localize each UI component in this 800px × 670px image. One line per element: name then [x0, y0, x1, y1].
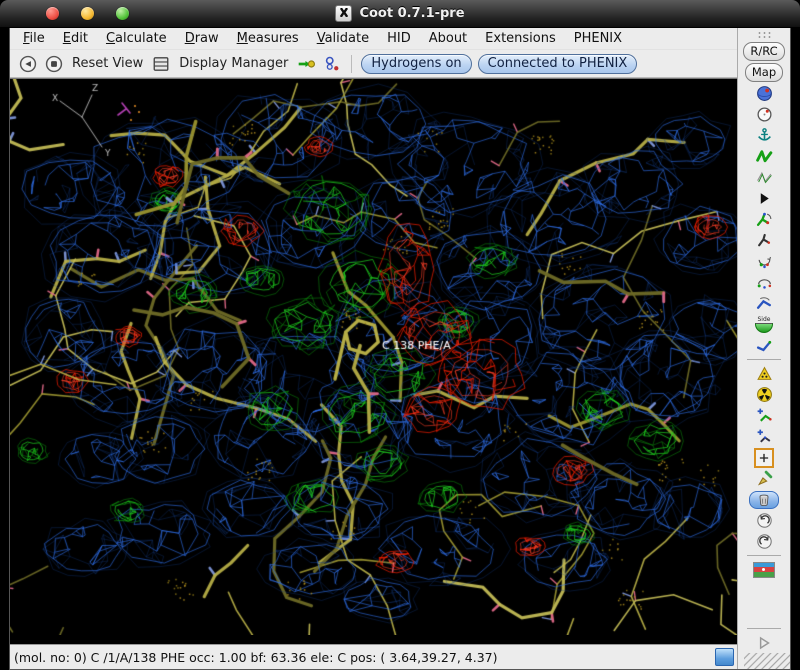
place-atom-icon[interactable]	[751, 448, 777, 468]
edit-chi-angles-icon[interactable]	[751, 252, 777, 272]
pointer-triangle-icon[interactable]	[751, 189, 777, 209]
hydrogens-toggle-button[interactable]: Hydrogens on	[361, 54, 471, 74]
toolbar-separator	[747, 555, 781, 556]
undo-icon[interactable]	[751, 511, 777, 531]
globe-icon[interactable]	[751, 84, 777, 104]
menu-item-draw[interactable]: Draw	[176, 30, 228, 47]
status-scroll-thumb[interactable]	[715, 648, 734, 666]
menu-item-validate[interactable]: Validate	[308, 30, 378, 47]
x11-app-icon: X	[335, 5, 352, 22]
rrc-button[interactable]: R/RC	[743, 42, 784, 61]
torsion-general-icon[interactable]	[751, 273, 777, 293]
side-chain-flip-icon[interactable]: Side	[751, 315, 777, 335]
stop-circle-button[interactable]	[44, 54, 64, 74]
minimize-window-button[interactable]	[81, 7, 94, 20]
gl-canvas[interactable]	[10, 79, 737, 635]
regularize-icon[interactable]	[751, 168, 777, 188]
toolbar-separator	[351, 55, 352, 73]
go-to-atom-icon[interactable]	[296, 54, 316, 74]
add-alt-conf-icon[interactable]	[751, 427, 777, 447]
auto-fit-rotamer-icon[interactable]	[751, 210, 777, 230]
zoom-window-button[interactable]	[116, 7, 129, 20]
toolbar-separator	[747, 628, 781, 629]
clock-icon[interactable]	[751, 105, 777, 125]
back-circle-button[interactable]	[18, 54, 38, 74]
real-space-refine-icon[interactable]	[751, 147, 777, 167]
title-bar[interactable]: X Coot 0.7.1-pre	[0, 0, 800, 28]
window-controls	[46, 7, 129, 20]
toolbar-grip[interactable]	[757, 31, 771, 39]
go-to-ligand-icon[interactable]	[322, 54, 342, 74]
refmac-flag-icon[interactable]	[751, 560, 777, 580]
flip-peptide-icon[interactable]	[751, 294, 777, 314]
resize-grip[interactable]	[744, 653, 790, 669]
status-bar: (mol. no: 0) C /1/A/138 PHE occ: 1.00 bf…	[10, 644, 737, 669]
menu-item-about[interactable]: About	[420, 30, 476, 47]
redo-icon[interactable]	[751, 532, 777, 552]
molecular-viewport[interactable]	[10, 78, 737, 644]
menu-item-file[interactable]: File	[14, 30, 54, 47]
toolbar-separator	[747, 359, 781, 360]
menu-item-calculate[interactable]: Calculate	[97, 30, 176, 47]
menu-item-phenix[interactable]: PHENIX	[565, 30, 631, 47]
phenix-connection-button[interactable]: Connected to PHENIX	[478, 54, 638, 74]
menu-item-hid[interactable]: HID	[378, 30, 420, 47]
status-text: (mol. no: 0) C /1/A/138 PHE occ: 1.00 bf…	[14, 650, 498, 665]
main-toolbar: Reset View Display Manager Hydrogens on …	[10, 50, 737, 78]
jed-flip-icon[interactable]	[751, 336, 777, 356]
modelling-toolbar: R/RC Map Side	[737, 28, 790, 669]
reset-view-button[interactable]: Reset View	[70, 56, 145, 71]
display-manager-icon	[151, 54, 171, 74]
menu-bar: FileEditCalculateDrawMeasuresValidateHID…	[10, 28, 737, 50]
clear-atoms-icon[interactable]	[751, 469, 777, 489]
anchor-icon[interactable]	[751, 126, 777, 146]
window-title: Coot 0.7.1-pre	[359, 6, 464, 21]
menu-item-measures[interactable]: Measures	[228, 30, 308, 47]
delete-icon[interactable]	[751, 490, 777, 510]
menu-item-edit[interactable]: Edit	[54, 30, 97, 47]
add-terminal-residue-icon[interactable]	[751, 406, 777, 426]
coot-window: X Coot 0.7.1-pre FileEditCalculateDrawMe…	[0, 0, 800, 670]
close-window-button[interactable]	[46, 7, 59, 20]
side-label: Side	[758, 317, 771, 323]
stop-square-icon	[51, 61, 57, 67]
window-title-group: X Coot 0.7.1-pre	[335, 5, 464, 22]
map-button[interactable]: Map	[745, 63, 783, 82]
menu-item-extensions[interactable]: Extensions	[476, 30, 565, 47]
expand-play-icon[interactable]	[751, 633, 777, 653]
display-manager-button[interactable]: Display Manager	[177, 56, 290, 71]
rotamers-icon[interactable]	[751, 231, 777, 251]
simple-mutate-icon[interactable]	[751, 385, 777, 405]
mutate-icon[interactable]	[751, 364, 777, 384]
